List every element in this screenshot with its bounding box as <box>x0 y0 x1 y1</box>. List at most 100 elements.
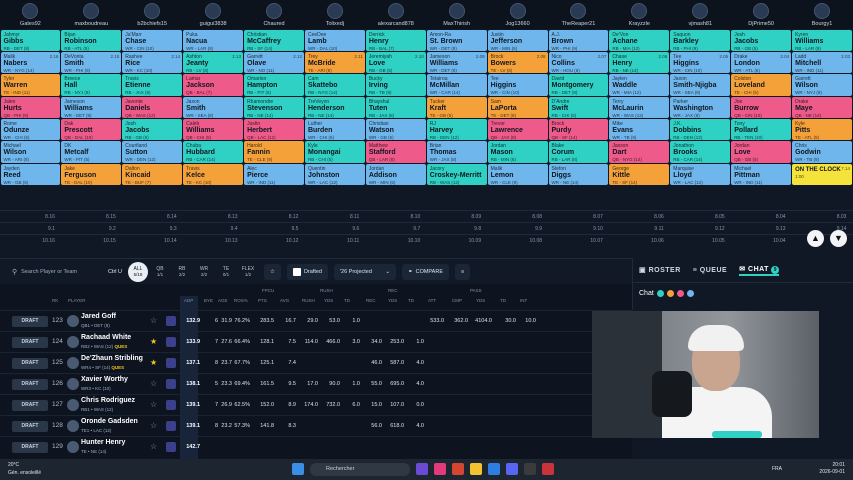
draft-pick-cell[interactable]: DK Metcalf WR - PIT (5) <box>61 141 122 163</box>
obs-icon[interactable] <box>524 463 536 475</box>
filter-button[interactable]: ≡ <box>455 263 471 280</box>
media-icon[interactable] <box>452 463 464 475</box>
draft-pick-cell[interactable]: Jeremiyah Love RB - GB (5) 2.10 <box>365 51 426 74</box>
draft-pick-cell[interactable]: De'Von Achane RB - MIA (12) <box>609 29 670 51</box>
draft-pick-cell[interactable]: Trevor Lawrence QB - JAX (8) <box>487 119 548 141</box>
draft-pick-cell[interactable]: Jake Ferguson TE - DAL (10) <box>61 163 122 186</box>
scroll-up-button[interactable]: ▲ <box>807 230 824 247</box>
team-header[interactable]: TheReaper21 <box>548 0 609 29</box>
player-name[interactable]: De'Zhaun Stribling <box>81 355 143 362</box>
draft-pick-cell[interactable]: Harold Fannin TE - CLE (9) <box>244 141 304 163</box>
draft-pick-cell[interactable]: Ladd Mitchell WR - IND (11) 2.03 <box>792 51 852 74</box>
queue-add-button[interactable] <box>166 442 176 452</box>
draft-pick-cell[interactable]: Christian McCaffrey RB - SF (14) <box>244 29 304 51</box>
team-header[interactable]: maxboudreau <box>61 0 122 29</box>
draft-pick-cell[interactable]: Jaxson Dart QB - NYG (14) <box>609 141 670 163</box>
scroll-down-button[interactable]: ▼ <box>830 230 847 247</box>
team-header[interactable]: Krayzzle <box>609 0 670 29</box>
app-icon[interactable] <box>434 463 446 475</box>
draft-pick-cell[interactable]: Tyler Warren TE - IND (11) <box>0 74 61 96</box>
team-header[interactable]: DjPrime50 <box>731 0 792 29</box>
draft-pick-cell[interactable]: George Kittle TE - SF (14) <box>609 163 670 186</box>
draft-pick-cell[interactable]: RJ Harvey RB - DEN (12) <box>426 119 487 141</box>
favorite-star-icon[interactable]: ★ <box>150 337 157 346</box>
draft-pick-cell[interactable]: Michael Pittman WR - IND (11) <box>731 163 792 186</box>
column-header[interactable]: TD <box>344 298 350 303</box>
draft-pick-cell[interactable]: Tee Higgins WR - CIN (10) 2.05 <box>670 51 731 74</box>
draft-pick-cell[interactable]: Parker Washington WR - JAX (8) <box>670 96 731 119</box>
column-header[interactable]: YDS <box>388 298 397 303</box>
draft-pick-cell[interactable]: Brock Bowers TE - LV (8) 2.08 <box>487 51 548 74</box>
queue-add-button[interactable] <box>166 358 176 368</box>
column-header[interactable]: AVG <box>280 298 289 303</box>
tab-roster[interactable]: ▣ ROSTER <box>639 266 681 274</box>
team-header[interactable]: alexarcand878 <box>365 0 426 29</box>
column-header[interactable]: ROS% <box>234 298 248 303</box>
draft-pick-cell[interactable]: TreVeyon Henderson RB - NE (14) <box>304 96 365 119</box>
draft-pick-cell[interactable]: Jahmyr Gibbs RB - DET (8) <box>0 29 61 51</box>
draft-pick-cell[interactable]: Tucker Kraft TE - GB (5) <box>426 96 487 119</box>
draft-pick-cell[interactable]: Kyle Monangai RB - CHI (5) <box>304 141 365 163</box>
draft-button[interactable]: DRAFT <box>12 337 48 348</box>
draft-pick-cell[interactable]: Marquise Lloyd WR - LAC (12) <box>670 163 731 186</box>
column-header[interactable]: TD <box>500 298 506 303</box>
app-icon[interactable] <box>542 463 554 475</box>
draft-button[interactable]: DRAFT <box>12 400 48 411</box>
draft-pick-cell[interactable]: Garrett Olave WR - NO (11) 2.12 <box>244 51 304 74</box>
player-name[interactable]: Jared Goff <box>81 313 116 320</box>
draft-pick-cell[interactable]: Stefon Diggs WR - NE (14) <box>548 163 609 186</box>
team-header[interactable]: Tolixedj <box>304 0 365 29</box>
draft-pick-cell[interactable]: Rashee Rice WR - KC (10) 2.14 <box>122 51 183 74</box>
on-the-clock-cell[interactable]: ON THE CLOCK 1:00 7.14 <box>792 163 852 186</box>
column-header[interactable]: REC <box>366 298 376 303</box>
draft-pick-cell[interactable]: Terry McLaurin WR - WAS (12) <box>609 96 670 119</box>
queue-add-button[interactable] <box>166 379 176 389</box>
search-input[interactable]: ⚲ Search Player or Team Ctrl U <box>12 264 122 280</box>
draft-button[interactable]: DRAFT <box>12 421 48 432</box>
draft-pick-cell[interactable]: Jordan Addison WR - MIN (6) <box>365 163 426 186</box>
favorites-filter-button[interactable]: ☆ <box>264 263 281 280</box>
position-filter-flex[interactable]: FLEX 1/2 <box>238 262 258 282</box>
team-header[interactable]: b2bchiefs15 <box>122 0 183 29</box>
draft-pick-cell[interactable]: Luther Burden WR - CHI (5) <box>304 119 365 141</box>
draft-pick-cell[interactable]: J.K. Dobbins RB - DEN (12) <box>670 119 731 141</box>
queue-add-button[interactable] <box>166 337 176 347</box>
column-header[interactable]: TD <box>408 298 414 303</box>
column-header[interactable]: CMP <box>452 298 462 303</box>
draft-pick-cell[interactable]: Puka Nacua WR - LAR (8) <box>183 29 244 51</box>
draft-pick-cell[interactable]: Bijan Robinson RB - ATL (5) <box>61 29 122 51</box>
draft-pick-cell[interactable]: Tony Pollard RB - TEN (10) <box>731 119 792 141</box>
draft-pick-cell[interactable]: Rhamondre Stevenson RB - NE (14) <box>244 96 304 119</box>
player-name[interactable]: Oronde Gadsden <box>81 418 138 425</box>
draft-pick-cell[interactable]: Cam Skattebo RB - NYG (14) <box>304 74 365 96</box>
draft-pick-cell[interactable]: Josh Jacobs RB - GB (5) <box>122 119 183 141</box>
draft-pick-cell[interactable]: DeVonta Smith WR - PHI (9) 2.15 <box>61 51 122 74</box>
draft-pick-cell[interactable]: Jacory Croskey-Merritt RB - WAS (12) <box>426 163 487 186</box>
favorite-star-icon[interactable]: ☆ <box>150 421 157 430</box>
draft-pick-cell[interactable]: Travis Etienne RB - JAX (8) <box>122 74 183 96</box>
favorite-star-icon[interactable]: ☆ <box>150 400 157 409</box>
draft-pick-cell[interactable]: Kyren Williams RB - LAR (8) <box>792 29 852 51</box>
team-header[interactable]: Chaured <box>244 0 305 29</box>
tab-queue[interactable]: ≡ QUEUE <box>693 267 727 274</box>
draft-pick-cell[interactable]: Jordan Love QB - GB (5) <box>731 141 792 163</box>
draft-pick-cell[interactable]: Justin Jefferson WR - MIN (6) <box>487 29 548 51</box>
draft-pick-cell[interactable]: Caleb Williams QB - CHI (5) <box>183 119 244 141</box>
column-header[interactable]: PLAYER <box>68 298 85 303</box>
position-filter-te[interactable]: TE 0/1 <box>216 262 236 282</box>
column-header[interactable]: ATT <box>428 298 436 303</box>
draft-pick-cell[interactable]: Drake Maye QB - NE (14) <box>792 96 852 119</box>
table-row[interactable]: DRAFT 128 Oronde Gadsden TE1 • LAC (12) ☆ 139… <box>0 415 632 436</box>
draft-pick-cell[interactable]: Jalen Hurts QB - PHI (9) <box>0 96 61 119</box>
team-header[interactable]: Bourgy1 <box>792 0 853 29</box>
draft-pick-cell[interactable]: Saquon Barkley RB - PHI (9) <box>670 29 731 51</box>
draft-pick-cell[interactable]: Dalton Kincaid TE - BUF (7) <box>122 163 183 186</box>
draft-pick-cell[interactable]: Tee Higgins WR - CIN (10) <box>487 74 548 96</box>
clock[interactable]: 20:01 2026-09-01 <box>819 462 845 476</box>
draft-pick-cell[interactable]: Travis Kelce TE - KC (10) <box>183 163 244 186</box>
team-header[interactable]: Gates92 <box>0 0 61 29</box>
weather-widget[interactable]: 20°C Gén. ensoleillé <box>8 461 41 477</box>
draft-pick-cell[interactable]: Bhayshul Tuten RB - JAX (8) <box>365 96 426 119</box>
draft-pick-cell[interactable]: Trey McBride TE - ARI (8) 2.11 <box>304 51 365 74</box>
draft-pick-cell[interactable]: Jameson Williams WR - DET (8) 2.09 <box>426 51 487 74</box>
